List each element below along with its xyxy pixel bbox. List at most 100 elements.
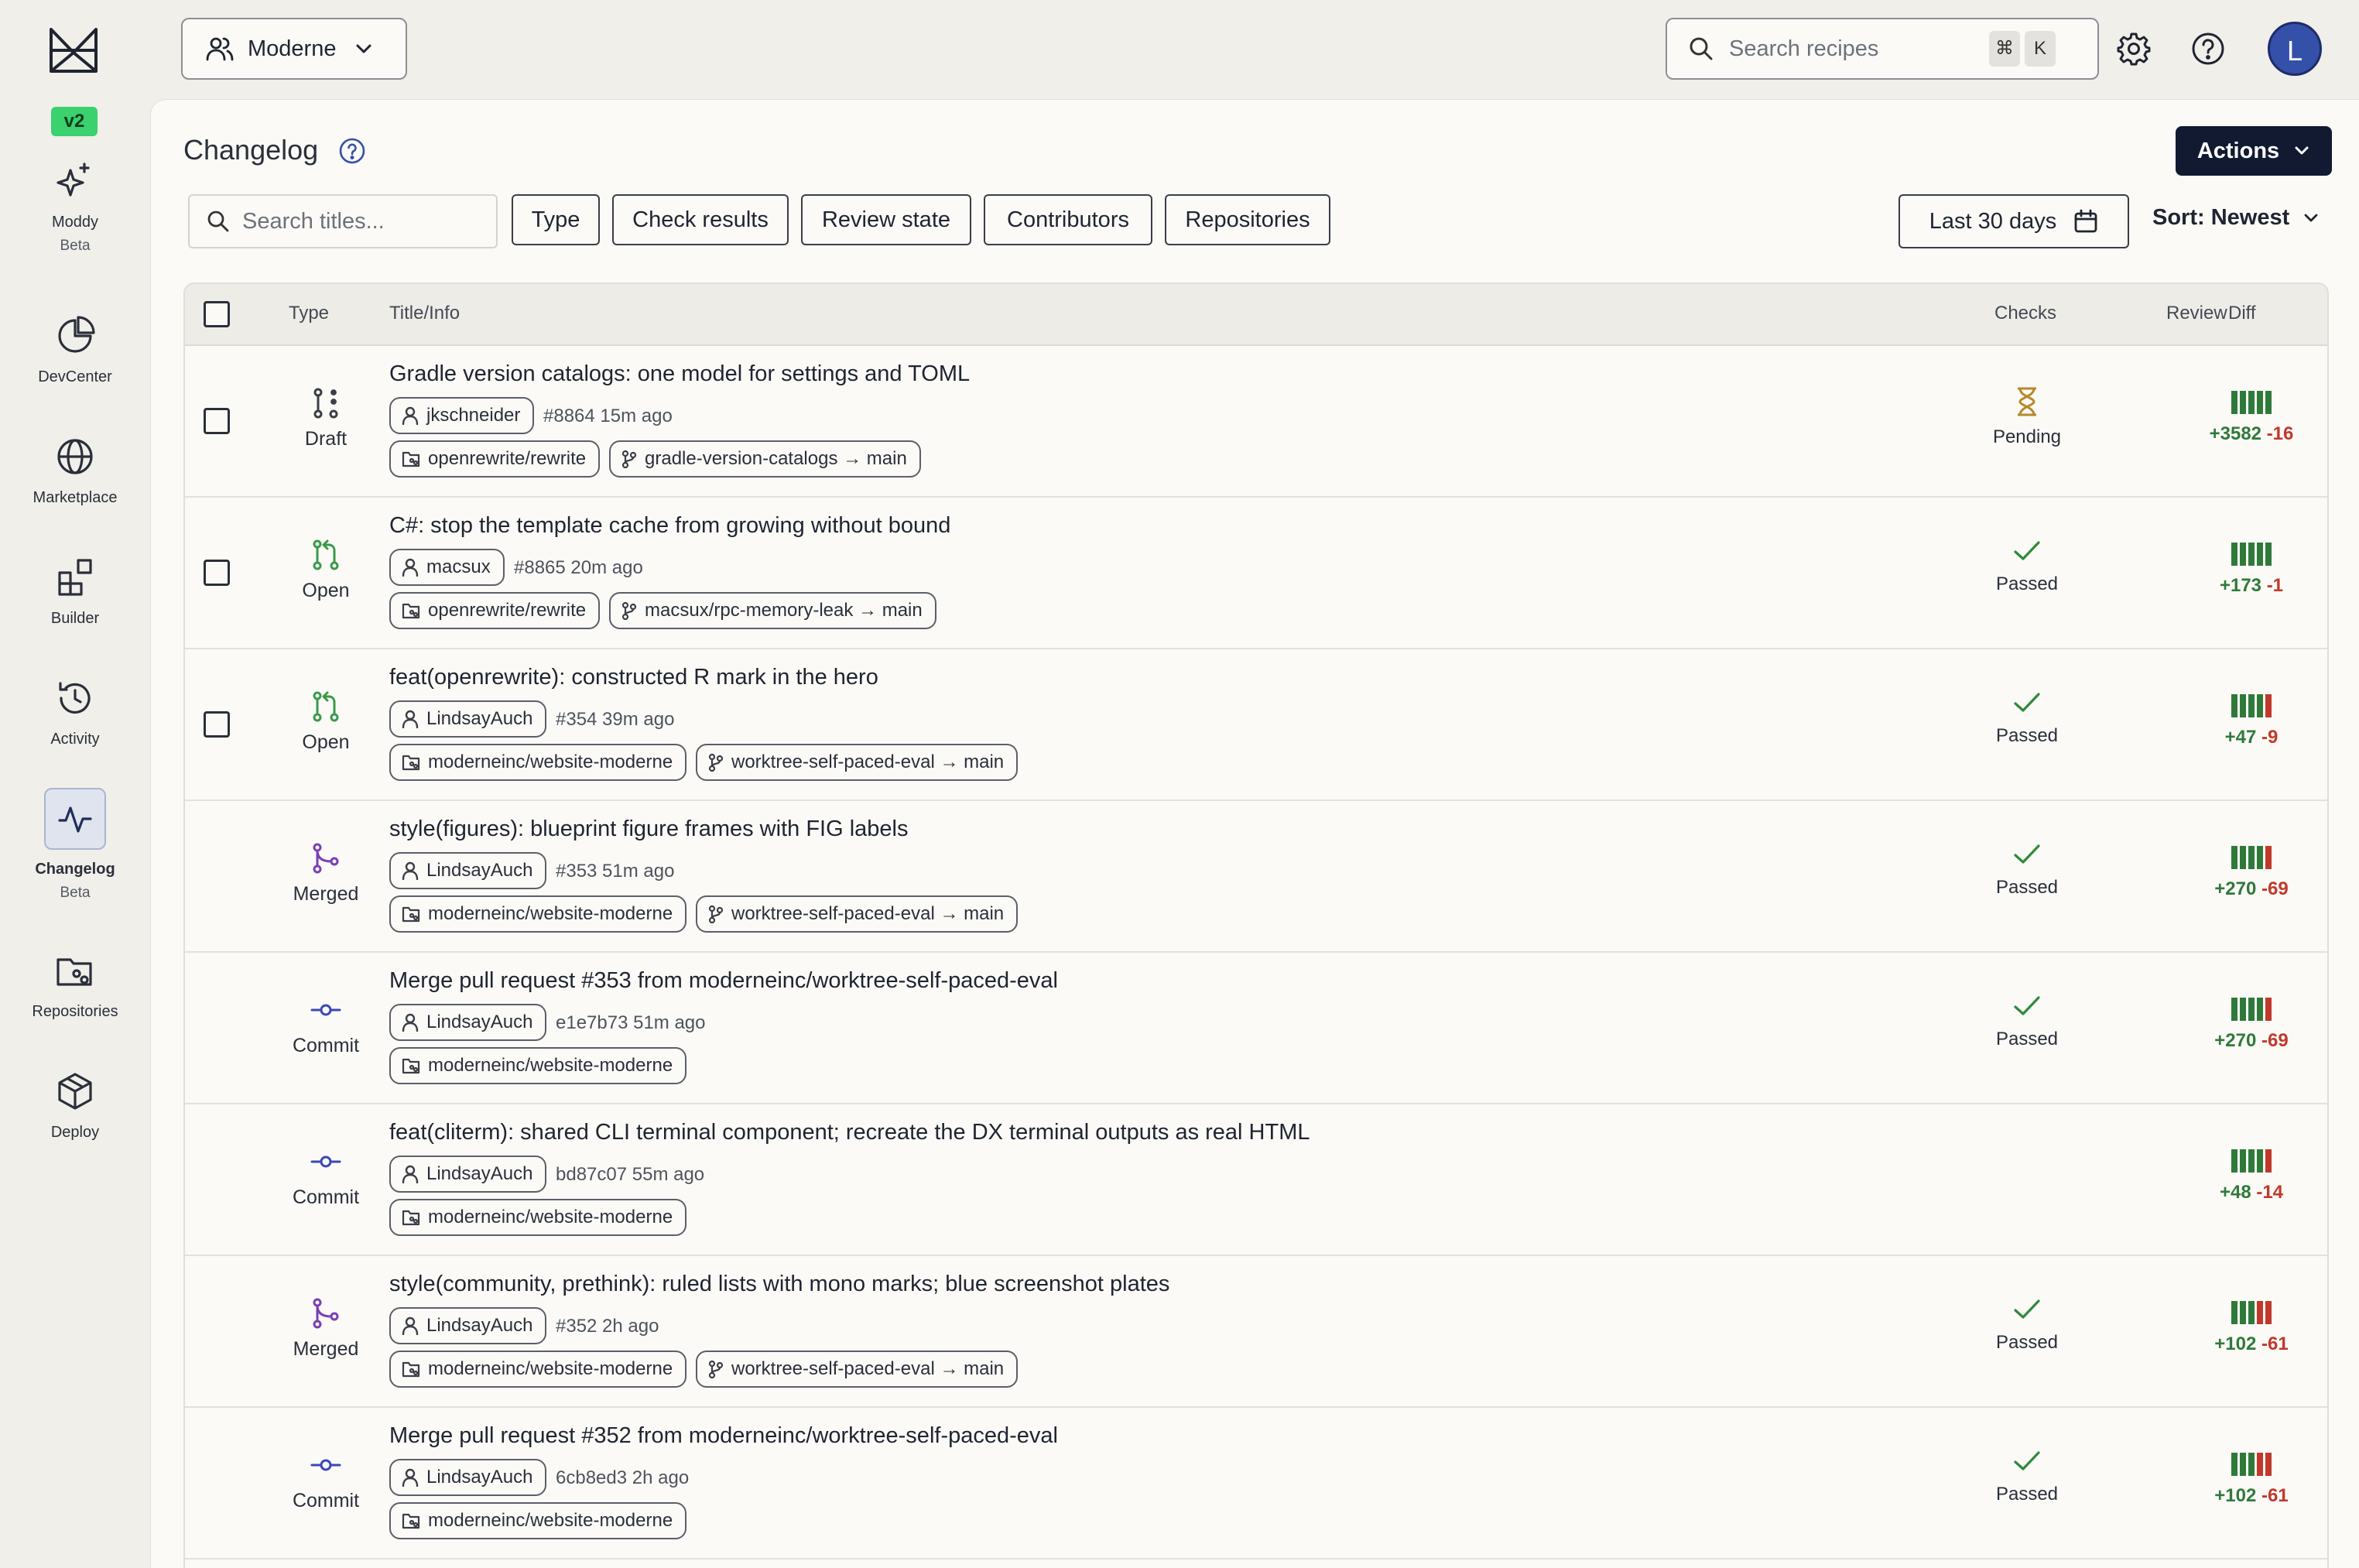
recipe-search[interactable]: ⌘ K [1666, 18, 2099, 80]
author-chip[interactable]: LindsayAuch [389, 1155, 547, 1193]
table-row[interactable]: Commit Merge pull request #353 from mode… [185, 953, 2327, 1104]
diff-cell: +3582 -16 [2197, 391, 2306, 445]
select-all-checkbox[interactable] [204, 301, 230, 327]
filter-type-button[interactable]: Type [512, 194, 600, 245]
row-checkbox[interactable] [204, 711, 230, 738]
shortcut-cmd-key: ⌘ [1989, 31, 2020, 67]
repo-name: openrewrite/rewrite [428, 448, 587, 469]
sort-label: Sort: Newest [2152, 205, 2290, 230]
row-title[interactable]: Merge pull request #353 from moderneinc/… [389, 968, 1058, 994]
row-title[interactable]: feat(openrewrite): constructed R mark in… [389, 665, 878, 690]
type-cell: Open [272, 498, 380, 602]
filter-contributors-button[interactable]: Contributors [984, 194, 1152, 245]
globe-icon [57, 439, 93, 474]
branch-chip[interactable]: worktree-self-paced-eval → main [696, 895, 1019, 933]
diff-bar [2265, 1453, 2272, 1476]
check-icon [2014, 844, 2040, 864]
row-title[interactable]: Gradle version catalogs: one model for s… [389, 361, 970, 387]
sidebar-item-repositories[interactable]: Repositories [0, 949, 150, 1021]
repo-chip[interactable]: openrewrite/rewrite [389, 592, 601, 629]
branch-chip[interactable]: gradle-version-catalogs → main [609, 440, 921, 478]
branch-chip[interactable]: worktree-self-paced-eval → main [696, 1351, 1019, 1388]
repo-name: moderneinc/website-moderne [428, 903, 673, 924]
user-icon [402, 558, 419, 577]
diff-bar [2248, 1149, 2255, 1173]
actions-button[interactable]: Actions [2176, 126, 2332, 176]
repo-chip[interactable]: moderneinc/website-moderne [389, 1047, 687, 1084]
branch-chip[interactable]: macsux/rpc-memory-leak → main [609, 592, 936, 629]
title-search-input[interactable] [242, 208, 490, 235]
git-branch-icon [621, 601, 637, 620]
sidebar-item-label: Builder [50, 610, 100, 627]
filter-review-state-button[interactable]: Review state [801, 194, 971, 245]
author-name: LindsayAuch [426, 1012, 533, 1032]
row-title[interactable]: Merge pull request #352 from moderneinc/… [389, 1423, 1058, 1449]
author-chip[interactable]: LindsayAuch [389, 1004, 547, 1041]
org-selector[interactable]: Moderne [181, 18, 407, 80]
diff-additions: +3582 [2209, 423, 2262, 444]
author-chip[interactable]: LindsayAuch [389, 1307, 547, 1344]
user-icon [402, 1468, 419, 1487]
sidebar-item-builder[interactable]: Builder [0, 556, 150, 628]
sidebar-item-changelog[interactable]: Changelog Beta [0, 788, 150, 902]
table-row[interactable]: Commit feat(cliterm): shared CLI termina… [185, 1104, 2327, 1256]
avatar[interactable]: L [2268, 22, 2322, 76]
branch-name: worktree-self-paced-eval → main [731, 903, 1005, 924]
row-title[interactable]: C#: stop the template cache from growing… [389, 513, 950, 539]
search-input[interactable] [1729, 36, 1984, 62]
repo-chip[interactable]: openrewrite/rewrite [389, 440, 601, 478]
repo-chip[interactable]: moderneinc/website-moderne [389, 1199, 687, 1236]
sidebar-item-activity[interactable]: Activity [0, 676, 150, 748]
row-meta: #8864 15m ago [543, 406, 673, 426]
chevron-down-icon [2304, 214, 2318, 221]
diff-bar [2240, 543, 2246, 566]
table-row[interactable]: Commit Merge pull request #352 from mode… [185, 1408, 2327, 1559]
repo-chip[interactable]: moderneinc/website-moderne [389, 1351, 687, 1388]
help-circle-icon[interactable] [2190, 31, 2226, 67]
row-checkbox[interactable] [204, 408, 230, 434]
type-label: Open [302, 580, 350, 601]
table-row[interactable]: Open feat(openrewrite): constructed R ma… [185, 649, 2327, 801]
row-meta: #353 51m ago [556, 861, 675, 882]
sidebar-item-deploy[interactable]: Deploy [0, 1070, 150, 1142]
row-title[interactable]: style(community, prethink): ruled lists … [389, 1272, 1169, 1297]
check-icon [2014, 693, 2040, 712]
author-chip[interactable]: LindsayAuch [389, 1459, 547, 1496]
date-range-button[interactable]: Last 30 days [1898, 194, 2129, 248]
gear-icon[interactable] [2116, 31, 2152, 67]
sidebar-item-moddy[interactable]: Moddy Beta [0, 159, 150, 255]
repo-chip[interactable]: moderneinc/website-moderne [389, 1502, 687, 1539]
author-chip[interactable]: jkschneider [389, 397, 535, 434]
column-header-diff: Diff [2228, 303, 2256, 324]
changelog-table: Type Title/Info Checks Review Diff Draft… [183, 282, 2329, 1568]
table-row[interactable]: Draft Gradle version catalogs: one model… [185, 346, 2327, 498]
title-search[interactable] [188, 194, 498, 248]
moderne-logo-icon[interactable] [48, 26, 99, 74]
repo-chip[interactable]: moderneinc/website-moderne [389, 895, 687, 933]
org-name: Moderne [248, 36, 337, 61]
repo-name: openrewrite/rewrite [428, 600, 587, 621]
sidebar-item-devcenter[interactable]: DevCenter [0, 314, 150, 386]
sidebar-item-marketplace[interactable]: Marketplace [0, 435, 150, 507]
diff-deletions: -9 [2261, 727, 2279, 748]
sort-dropdown[interactable]: Sort: Newest [2152, 205, 2319, 231]
author-chip[interactable]: LindsayAuch [389, 852, 547, 889]
repo-chip[interactable]: moderneinc/website-moderne [389, 744, 687, 781]
diff-bar [2240, 1453, 2246, 1476]
table-row[interactable]: Open C#: stop the template cache from gr… [185, 498, 2327, 649]
author-chip[interactable]: macsux [389, 549, 505, 586]
diff-bar [2231, 1149, 2237, 1173]
column-header-title: Title/Info [389, 303, 461, 324]
table-row[interactable]: Merged style(community, prethink): ruled… [185, 1256, 2327, 1408]
branch-name: macsux/rpc-memory-leak → main [645, 600, 923, 621]
column-header-type: Type [289, 303, 330, 324]
table-row[interactable]: Merged style(figures): blueprint figure … [185, 801, 2327, 953]
author-chip[interactable]: LindsayAuch [389, 700, 547, 738]
filter-repositories-button[interactable]: Repositories [1165, 194, 1330, 245]
filter-check-results-button[interactable]: Check results [612, 194, 789, 245]
row-title[interactable]: style(figures): blueprint figure frames … [389, 817, 908, 842]
row-checkbox[interactable] [204, 560, 230, 586]
branch-chip[interactable]: worktree-self-paced-eval → main [696, 744, 1019, 781]
help-circle-icon[interactable] [338, 137, 366, 165]
row-title[interactable]: feat(cliterm): shared CLI terminal compo… [389, 1120, 1310, 1145]
